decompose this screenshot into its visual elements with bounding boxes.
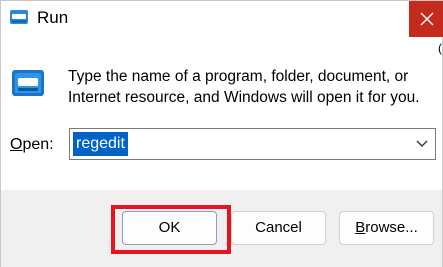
run-large-icon xyxy=(12,70,44,96)
cancel-button[interactable]: Cancel xyxy=(231,211,326,245)
dialog-description: Type the name of a program, folder, docu… xyxy=(68,68,420,106)
window-title: Run xyxy=(37,8,69,27)
open-combobox[interactable]: regedit xyxy=(69,128,436,160)
open-input-value[interactable]: regedit xyxy=(73,132,128,156)
open-label-mnemonic: O xyxy=(10,136,23,153)
run-app-icon xyxy=(10,10,28,24)
browse-mnemonic: B xyxy=(355,219,366,236)
close-button[interactable] xyxy=(409,1,443,37)
open-label: Open: xyxy=(10,136,54,154)
close-icon xyxy=(420,12,433,26)
ok-highlight-box xyxy=(111,205,231,254)
browse-button[interactable]: Browse... xyxy=(339,211,434,245)
chevron-down-icon[interactable] xyxy=(415,138,429,150)
browse-label: rowse... xyxy=(365,219,418,236)
clipped-edge-glyph: ( xyxy=(438,41,442,55)
run-dialog: Run ( Type the name of a program, folder… xyxy=(0,0,443,267)
open-label-text: pen: xyxy=(22,136,54,153)
title-bar[interactable]: Run xyxy=(1,1,443,37)
